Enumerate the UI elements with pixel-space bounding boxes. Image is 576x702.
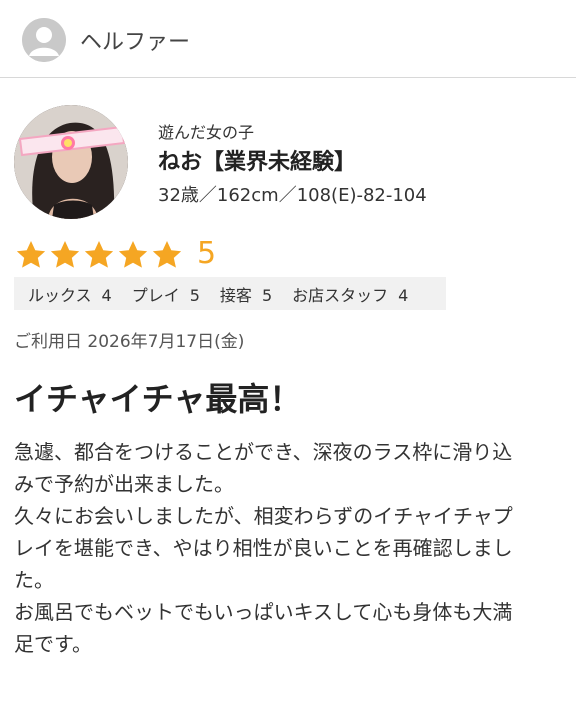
girl-photo[interactable] — [14, 105, 128, 219]
review-line: みで予約が出来ました。 — [14, 472, 234, 496]
rating-value: 5 — [261, 285, 273, 305]
review-line: 足です。 — [14, 632, 92, 656]
girl-name[interactable]: ねお【業界未経験】 — [158, 144, 356, 176]
rating-label: ルックス — [28, 285, 92, 305]
review-title: イチャイチャ最高！ — [14, 380, 302, 418]
review-page: ヘルファー 遊んだ女の子 ねお【業界未経験】 32歳／162cm／108(E)-… — [0, 0, 576, 702]
rating-value: 4 — [101, 285, 112, 305]
star-icon — [118, 241, 148, 268]
rating-value: 4 — [398, 285, 409, 305]
girl-stats: 32歳／162cm／108(E)-82-104 — [158, 185, 427, 206]
rating-value: 5 — [189, 285, 200, 305]
review-line: た。 — [14, 568, 54, 592]
star-icon — [50, 241, 80, 268]
rating-label: プレイ — [131, 285, 180, 305]
rating-staff: お店スタッフ 4 — [292, 282, 408, 306]
rating-play: プレイ 5 — [132, 282, 200, 306]
star-icon — [84, 241, 114, 268]
review-line: レイを堪能でき、やはり相性が良いことを再確認しまし — [14, 536, 513, 560]
rating-label: お店スタッフ — [292, 285, 389, 305]
overall-rating: 5 — [197, 236, 217, 271]
star-icon — [152, 241, 182, 268]
review-line: お風呂でもベットでもいっぱいキスして心も身体も大満 — [14, 600, 513, 624]
review-line: 急遽、都合をつけることができ、深夜のラス枠に滑り込 — [14, 440, 513, 464]
girl-section-label: 遊んだ女の子 — [158, 123, 255, 142]
user-avatar-icon — [22, 18, 66, 62]
rating-service: 接客 5 — [220, 282, 272, 306]
rating-label: 接客 — [219, 285, 252, 305]
reviewer-header: ヘルファー — [0, 0, 576, 78]
review-body: 急遽、都合をつけることができ、深夜のラス枠に滑り込 みで予約が出来ました。 久々… — [14, 436, 576, 660]
reviewer-name: ヘルファー — [80, 30, 191, 55]
star-rating — [14, 238, 184, 272]
star-icon — [16, 241, 46, 268]
sub-ratings: ルックス 4 プレイ 5 接客 5 お店スタッフ 4 — [14, 277, 446, 310]
rating-looks: ルックス 4 — [28, 282, 112, 306]
visit-date: ご利用日 2026年7月17日(金) — [14, 332, 245, 352]
review-line: 久々にお会いしましたが、相変わらずのイチャイチャプ — [14, 504, 513, 528]
